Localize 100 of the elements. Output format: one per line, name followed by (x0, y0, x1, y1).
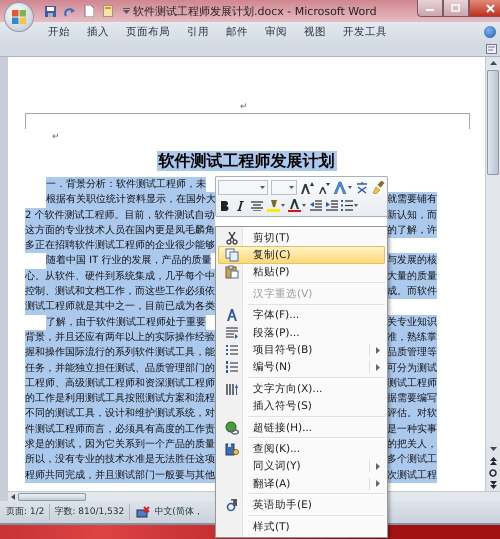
ribbon-tab[interactable]: 页面布局 (126, 25, 170, 39)
ribbon-tab[interactable]: 引用 (187, 25, 209, 39)
font-name-field[interactable] (218, 180, 268, 195)
body-text: 程师共同完成，并且测试部门一般要与其他 (25, 468, 215, 483)
body-text: 背景，并且还应有两年以上的实际操作经验 (25, 330, 215, 346)
menu-item[interactable]: 段落(P)... (218, 324, 385, 342)
body-text: 大量的质量 (387, 268, 437, 284)
body-text: 件测试工程师而言，必须具有高度的工作责 (25, 422, 215, 438)
next-page-button[interactable] (486, 479, 500, 491)
styled-letter-icon (333, 181, 347, 194)
caret-icon (260, 186, 265, 189)
word-count[interactable]: 字数: 810/1,532 (50, 504, 130, 520)
body-text: 一．背景分析：软件测试工程师，未 (46, 177, 206, 192)
document-title: 软件测试工程师发展计划 (156, 151, 336, 171)
increase-indent-button[interactable] (325, 198, 338, 214)
double-up-arrow-icon (490, 457, 496, 465)
shrink-font-icon (318, 182, 330, 194)
menu-item[interactable]: 剪切(T) (218, 229, 385, 246)
ribbon-tab[interactable]: 开发工具 (343, 25, 387, 39)
scroll-thumb[interactable] (487, 70, 499, 175)
vertical-scrollbar[interactable] (485, 57, 500, 491)
browse-object-button[interactable] (486, 467, 500, 479)
proofing-book-icon (136, 506, 150, 518)
ribbon-tab[interactable]: 审阅 (265, 25, 287, 39)
caret-icon (123, 8, 130, 14)
body-text: 了解，由于软件测试工程师处于重要 (46, 314, 206, 330)
ribbon-tab[interactable]: 插入 (87, 25, 109, 39)
help-button[interactable] (484, 26, 496, 38)
maximize-button[interactable] (442, 0, 469, 17)
previous-page-button[interactable] (486, 455, 500, 467)
menu-item[interactable]: 复制(C) (218, 246, 385, 264)
ruler-button[interactable] (485, 41, 498, 57)
scroll-up-button[interactable] (486, 57, 500, 69)
bullet-list-icon (341, 200, 353, 211)
new-document-button[interactable] (82, 3, 95, 19)
paragraph-icon (225, 326, 239, 340)
bullets-button[interactable] (341, 198, 358, 214)
close-button[interactable] (468, 0, 500, 17)
body-text: 可分为测试 (387, 360, 437, 376)
text-style-button[interactable] (333, 180, 352, 196)
scroll-left-button[interactable] (8, 492, 18, 500)
submenu-arrow-icon (376, 462, 380, 470)
body-text: 这方面的专业技术人员在国内更是凤毛麟角 (25, 222, 215, 238)
caret-icon (302, 204, 306, 207)
language-status[interactable]: 中文(简体， (152, 504, 208, 520)
menu-item[interactable]: 翻译(A) (218, 475, 385, 492)
ribbon-tab[interactable]: 视图 (304, 25, 326, 39)
format-painter-button[interactable] (372, 180, 385, 196)
decrease-indent-button[interactable] (309, 198, 322, 214)
body-text: 新认知，而 (387, 208, 437, 223)
scroll-down-button[interactable] (486, 443, 500, 455)
body-text: 是一种实事 (387, 422, 437, 438)
italic-icon (237, 200, 244, 210)
menu-item[interactable]: 查阅(K)... (218, 440, 385, 458)
office-button[interactable] (4, 2, 34, 32)
scissors-icon (225, 230, 239, 245)
paragraph-mark: ↵ (51, 131, 61, 143)
left-arrow-icon (11, 494, 15, 500)
menu-item[interactable]: 文字方向(X)... (218, 380, 385, 398)
brush-icon (372, 181, 385, 194)
body-text: 2 个软件测试工程师。目前，软件测试自动 (25, 208, 215, 223)
body-text: 所以，没有专业的技术水准是无法胜任这项 (25, 452, 215, 468)
grow-font-button[interactable] (300, 180, 314, 196)
highlight-button[interactable] (266, 198, 285, 214)
phonetic-guide-button[interactable] (355, 180, 369, 196)
body-text: 控制、测试和文档工作，而这些工作必须依 (25, 284, 215, 300)
office-logo-icon (11, 9, 27, 25)
body-text: 心。从软件、硬件到系统集成，几乎每个中 (25, 268, 215, 284)
highlighter-icon (266, 199, 280, 212)
body-text: 关专业知识 (387, 314, 437, 330)
page-count[interactable]: 页面: 1/2 (6, 504, 50, 520)
menu-item[interactable]: 英语助手(E) (218, 496, 385, 514)
menu-item[interactable]: 同义词(Y) (218, 458, 385, 476)
menu-item[interactable]: 插入符号(S) (218, 398, 385, 415)
body-text: 就需要铺有 (387, 192, 437, 208)
menu-item[interactable]: 项目符号(B) (218, 341, 385, 359)
body-text: 任务，并能独立担任测试、品质管理部门的 (25, 360, 215, 376)
phonetic-guide-icon (355, 181, 369, 194)
font-size-field[interactable] (271, 180, 297, 195)
menu-item[interactable]: 编号(N) (218, 358, 385, 376)
menu-item[interactable]: 超链接(H)... (218, 418, 385, 436)
ribbon-tab[interactable]: 开始 (48, 25, 70, 39)
menu-item[interactable]: 样式(T) (218, 518, 385, 536)
menu-item[interactable]: 字体(F)... (218, 306, 385, 324)
body-text: 多个测试工 (387, 452, 437, 468)
ribbon-tab[interactable]: 邮件 (226, 25, 248, 39)
copy-icon (225, 248, 239, 262)
scroll-thumb[interactable] (18, 492, 86, 500)
font-color-button[interactable] (288, 198, 306, 214)
minimize-button[interactable] (416, 0, 443, 17)
body-text: 根据有关职位统计资料显示，在国外大 (46, 192, 216, 208)
save-button[interactable] (44, 3, 57, 19)
body-text: 成。而软件 (387, 284, 437, 300)
caret-icon (348, 186, 352, 189)
body-text: 握和操作国际流行的系列软件测试工具，能 (25, 345, 215, 361)
font-color-icon (288, 199, 301, 212)
body-text: 测试工程师就是其中之一，目前已成为各类 (25, 299, 215, 315)
redo-arrow-icon (64, 6, 75, 16)
menu-item[interactable]: 粘贴(P) (218, 264, 385, 282)
clipboard-icon (225, 265, 239, 280)
